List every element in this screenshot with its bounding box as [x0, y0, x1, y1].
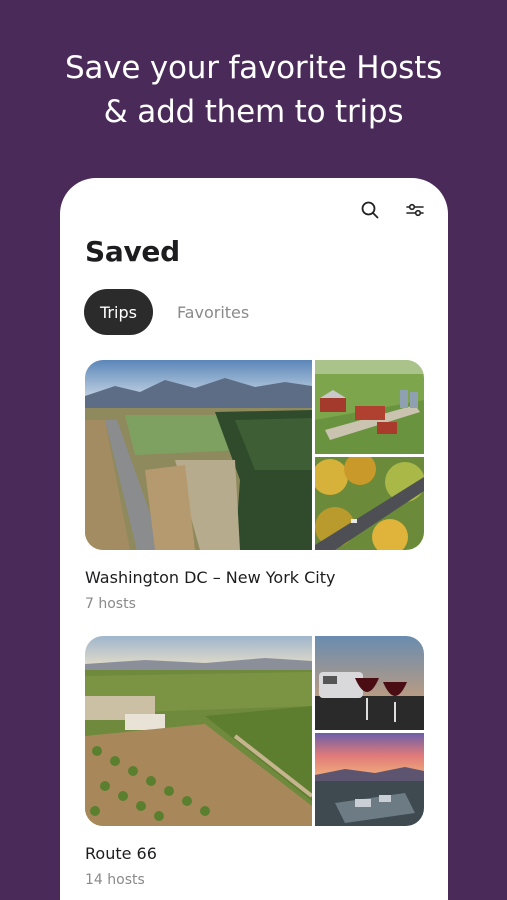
trip-host-count: 14 hosts	[85, 872, 145, 888]
search-icon[interactable]	[358, 198, 382, 222]
trip-host-count: 7 hosts	[85, 596, 136, 612]
vineyard-orchard-photo	[85, 636, 312, 826]
trip-card[interactable]: Route 66 14 hosts	[85, 636, 424, 888]
phone-screen: Saved Trips Favorites Washington DC – Ne…	[60, 178, 448, 900]
filter-sliders-icon[interactable]	[403, 198, 427, 222]
trip-name: Washington DC – New York City	[85, 568, 336, 587]
tab-trips[interactable]: Trips	[84, 289, 153, 335]
trip-card[interactable]: Washington DC – New York City 7 hosts	[85, 360, 424, 612]
promo-headline: Save your favorite Hosts & add them to t…	[0, 46, 507, 134]
autumn-forest-road-photo	[315, 457, 424, 550]
trip-name: Route 66	[85, 844, 157, 863]
tab-favorites[interactable]: Favorites	[161, 289, 265, 335]
tab-bar: Trips Favorites	[84, 289, 265, 335]
page-title: Saved	[85, 235, 180, 268]
mountain-valley-road-photo	[85, 360, 312, 550]
farm-barns-photo	[315, 360, 424, 454]
trip-photo-collage[interactable]	[85, 636, 424, 826]
sunset-campground-photo	[315, 733, 424, 826]
headline-line-1: Save your favorite Hosts	[64, 50, 443, 86]
headline-line-2: & add them to trips	[103, 94, 404, 130]
rv-wine-glasses-photo	[315, 636, 424, 730]
trip-photo-collage[interactable]	[85, 360, 424, 550]
